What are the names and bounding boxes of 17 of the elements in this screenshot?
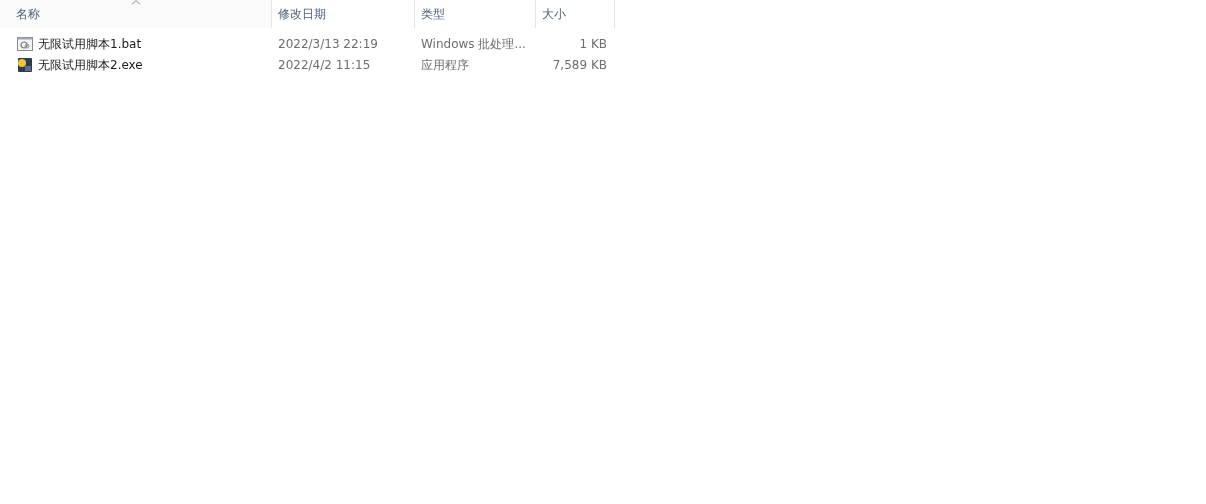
- application-icon: [17, 56, 33, 73]
- modified-date: 2022/4/2 11:15: [278, 56, 371, 74]
- column-header[interactable]: 类型: [415, 0, 536, 28]
- file-size: 1 KB: [579, 35, 607, 53]
- sort-caret-icon: [131, 0, 140, 5]
- gear-file-icon: [17, 36, 33, 51]
- file-row[interactable]: 无限试用脚本1.bat 2022/3/13 22:19 Windows 批处理... 1 KB: [0, 33, 1206, 54]
- file-type: 应用程序: [421, 56, 469, 74]
- file-name: 无限试用脚本2.exe: [38, 56, 143, 74]
- file-type: Windows 批处理...: [421, 35, 526, 53]
- file-size: 7,589 KB: [552, 56, 607, 74]
- column-header[interactable]: 修改日期: [272, 0, 415, 28]
- column-header[interactable]: 大小: [536, 0, 615, 28]
- modified-date: 2022/3/13 22:19: [278, 35, 378, 53]
- column-header[interactable]: 名称: [0, 0, 272, 28]
- file-row[interactable]: 无限试用脚本2.exe 2022/4/2 11:15 应用程序 7,589 KB: [0, 54, 1206, 75]
- file-name: 无限试用脚本1.bat: [38, 35, 142, 53]
